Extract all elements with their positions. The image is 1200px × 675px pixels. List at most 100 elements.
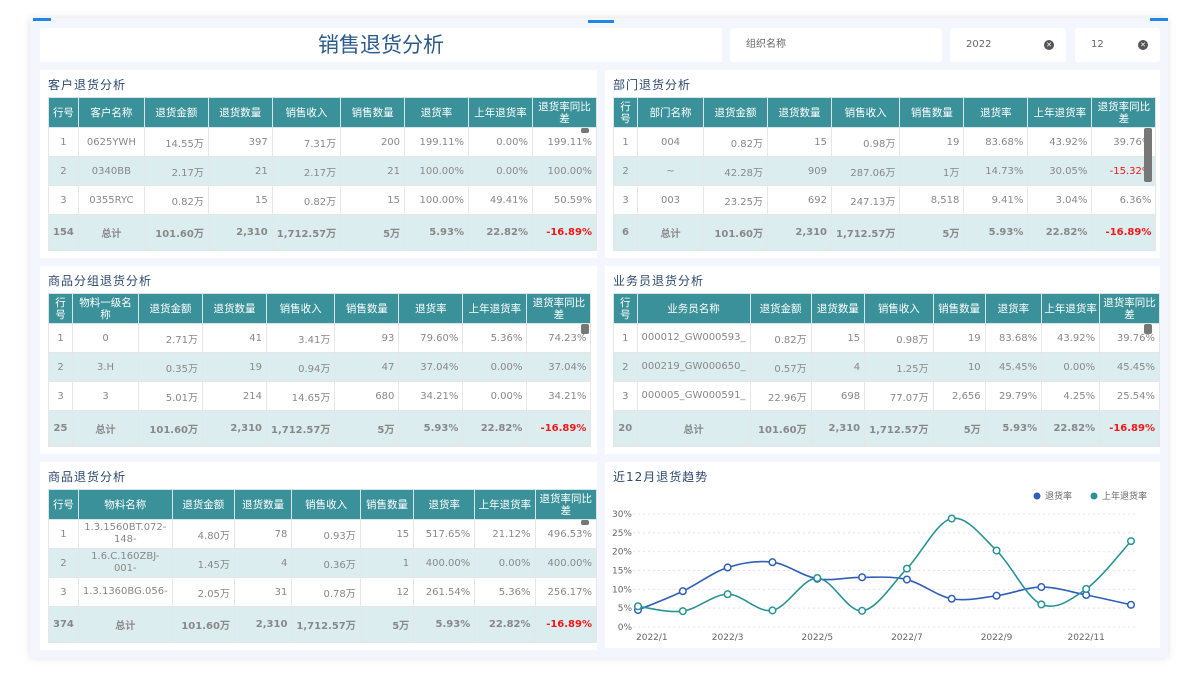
data-point[interactable]	[947, 514, 956, 523]
data-point[interactable]	[1037, 600, 1046, 609]
table-row[interactable]: 3 003 23.25万 692 247.13万 8,518 9.41% 3.04% 6.36%	[613, 185, 1157, 215]
col-header[interactable]: 销售收入	[271, 97, 342, 128]
col-header[interactable]: 退货率	[398, 293, 464, 324]
table-scrollbar[interactable]	[1144, 128, 1152, 182]
col-header[interactable]: 上年退货率	[462, 293, 528, 324]
col-header[interactable]: 行号	[48, 293, 73, 324]
col-header[interactable]: 销售数量	[932, 293, 986, 324]
col-header[interactable]: 销售数量	[899, 97, 965, 128]
clear-year-icon[interactable]: ✕	[1044, 40, 1054, 50]
col-header[interactable]: 退货金额	[749, 293, 812, 324]
table-row[interactable]: 2 ~42.28万 909 287.06万 1万 14.73% 30.05% -15.32%	[613, 156, 1157, 186]
table-row[interactable]: 2 3.H 0.35万 19 0.94万 47 37.04% 0.00% 37.04%	[48, 352, 592, 382]
col-header[interactable]: 物料一级名称	[72, 293, 139, 324]
resize-handle[interactable]	[33, 18, 51, 21]
data-point[interactable]	[902, 564, 911, 573]
col-header[interactable]: 退货率同比差	[526, 293, 592, 324]
data-point[interactable]	[723, 563, 732, 572]
col-header[interactable]: 销售收入	[864, 293, 934, 324]
col-header[interactable]: 退货率	[404, 97, 469, 128]
year-filter[interactable]: 2022 ✕	[950, 28, 1066, 62]
col-header[interactable]: 退货金额	[143, 97, 209, 128]
data-point[interactable]	[813, 573, 822, 583]
table-scrollbar[interactable]	[581, 128, 589, 133]
col-header[interactable]: 上年退货率	[1041, 293, 1101, 324]
data-point[interactable]	[1126, 600, 1136, 609]
col-header[interactable]: 退货金额	[138, 293, 203, 324]
table-row[interactable]: 1 0 2.71万 41 3.41万 93 79.60% 5.36% 74.23%	[48, 323, 592, 353]
col-header[interactable]: 退货率同比差	[531, 97, 598, 128]
col-header[interactable]: 行号	[48, 97, 79, 128]
org-filter[interactable]: 组织名称	[730, 28, 942, 62]
col-header[interactable]: 上年退货率	[1027, 97, 1093, 128]
col-header[interactable]: 退货率	[984, 293, 1043, 324]
data-point[interactable]	[723, 590, 732, 599]
col-header[interactable]: 销售数量	[334, 293, 400, 324]
table-row[interactable]: 3 000005_GW000591_ 22.96万 698 77.07万 2,656 29.…	[613, 381, 1160, 411]
data-point[interactable]	[858, 573, 867, 582]
table-row[interactable]: 2 1.6.C.160ZBJ-001- 1.45万 4 0.36万 1 400.00% 0.0…	[48, 548, 598, 578]
col-header[interactable]: 销售收入	[830, 97, 901, 128]
data-point[interactable]	[858, 606, 867, 615]
col-header[interactable]: 退货数量	[202, 293, 267, 324]
data-point[interactable]	[992, 546, 1001, 555]
legend-marker[interactable]	[1033, 492, 1041, 500]
table-cell: 15	[359, 519, 415, 549]
table-row[interactable]: 3 1.3.1360BG.056- 2.05万 31 0.78万 12 261.54% 5.3…	[48, 577, 598, 607]
col-header[interactable]: 退货金额	[703, 97, 768, 128]
table-row[interactable]: 3 3 5.01万 214 14.65万 680 34.21% 0.00% 34.21%	[48, 381, 592, 411]
col-header[interactable]: 行号	[613, 293, 638, 324]
data-point[interactable]	[768, 606, 777, 615]
col-header[interactable]: 行号	[48, 489, 79, 520]
col-header[interactable]: 退货率同比差	[534, 489, 598, 520]
data-point[interactable]	[1126, 537, 1136, 546]
data-point[interactable]	[992, 591, 1001, 600]
col-header[interactable]: 退货率	[963, 97, 1029, 128]
col-header[interactable]: 退货率同比差	[1099, 293, 1160, 324]
legend-label[interactable]: 退货率	[1045, 490, 1072, 502]
col-header[interactable]: 客户名称	[77, 97, 145, 128]
col-header[interactable]: 上年退货率	[474, 489, 536, 520]
resize-handle[interactable]	[1150, 18, 1168, 21]
col-header[interactable]: 退货数量	[810, 293, 866, 324]
col-header[interactable]: 部门名称	[637, 97, 704, 128]
col-header[interactable]: 业务员名称	[636, 293, 751, 324]
data-point[interactable]	[947, 594, 956, 603]
table-row[interactable]: 1 1.3.1560BT.072-148- 4.80万 78 0.93万 15 517.65…	[48, 519, 598, 549]
table-scrollbar[interactable]	[1144, 324, 1152, 334]
col-header[interactable]: 物料名称	[77, 489, 173, 520]
col-header[interactable]: 退货率同比差	[1091, 97, 1157, 128]
data-point[interactable]	[768, 558, 777, 567]
legend-label[interactable]: 上年退货率	[1102, 490, 1147, 502]
data-point[interactable]	[1037, 583, 1046, 592]
clear-month-icon[interactable]: ✕	[1138, 40, 1148, 50]
table-row[interactable]: 1 004 0.82万 15 0.98万 19 83.68% 43.92% 39.76%	[613, 127, 1157, 157]
col-header[interactable]: 退货金额	[171, 489, 235, 520]
table-scrollbar[interactable]	[581, 520, 589, 525]
data-point[interactable]	[1082, 584, 1091, 594]
table-row[interactable]: 2 0340BB 2.17万 21 2.17万 21 100.00% 0.00% 100.00%	[48, 156, 598, 186]
legend-marker[interactable]	[1090, 492, 1098, 500]
resize-handle[interactable]	[588, 20, 614, 23]
month-filter[interactable]: 12 ✕	[1075, 28, 1160, 62]
data-point[interactable]	[902, 575, 911, 584]
table-row[interactable]: 3 0355RYC 0.82万 15 0.82万 15 100.00% 49.41% 50.59…	[48, 185, 598, 215]
col-header[interactable]: 销售数量	[359, 489, 415, 520]
table-row[interactable]: 2 000219_GW000650_ 0.57万 4 1.25万 10 45.45% 0.00…	[613, 352, 1160, 382]
col-header[interactable]: 销售数量	[340, 97, 406, 128]
col-header[interactable]: 行号	[613, 97, 638, 128]
col-header[interactable]: 上年退货率	[468, 97, 533, 128]
table-row[interactable]: 1 000012_GW000593_ 0.82万 15 0.98万 19 83.68% 43.…	[613, 323, 1160, 353]
col-header[interactable]: 销售收入	[291, 489, 361, 520]
data-point[interactable]	[678, 587, 687, 596]
col-header[interactable]: 退货数量	[767, 97, 832, 128]
table-scrollbar[interactable]	[581, 324, 589, 334]
data-table: 行号 客户名称 退货金额 退货数量 销售收入 销售数量 退货率 上年退货率 退货率同比差 1 062…	[48, 97, 598, 251]
col-header[interactable]: 退货数量	[233, 489, 293, 520]
data-point[interactable]	[633, 602, 643, 611]
table-row[interactable]: 1 0625YWH 14.55万 397 7.31万 200 199.11% 0.00% 199…	[48, 127, 598, 157]
col-header[interactable]: 销售收入	[265, 293, 336, 324]
data-point[interactable]	[678, 607, 687, 616]
col-header[interactable]: 退货数量	[207, 97, 273, 128]
col-header[interactable]: 退货率	[413, 489, 476, 520]
